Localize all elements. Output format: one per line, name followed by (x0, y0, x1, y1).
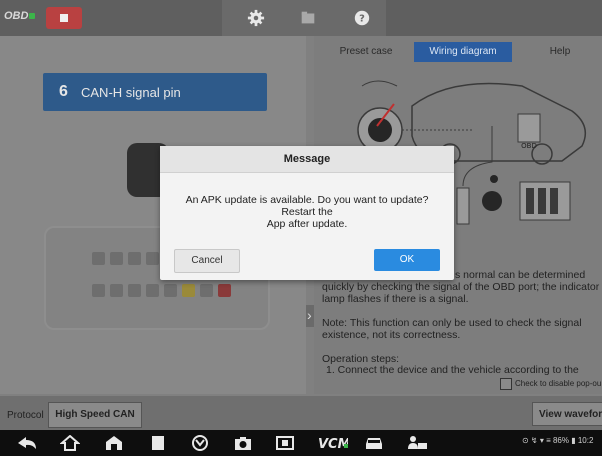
stop-button[interactable] (46, 7, 82, 29)
help-icon[interactable]: ? (353, 9, 371, 27)
app-logo: OBD (4, 10, 36, 22)
dialog-message: An APK update is available. Do you want … (168, 194, 446, 230)
screen-icon[interactable] (276, 435, 294, 451)
disable-popup-label: Check to disable pop-ou (515, 379, 602, 388)
house-icon[interactable] (105, 435, 123, 451)
car-icon[interactable] (364, 435, 384, 451)
recents-icon[interactable] (150, 435, 166, 451)
back-icon[interactable] (16, 435, 38, 451)
disable-popup-checkbox[interactable] (500, 378, 512, 390)
stop-icon (60, 14, 68, 22)
dialog-message-line1: An APK update is available. Do you want … (185, 194, 429, 218)
gear-icon[interactable] (247, 9, 265, 27)
help-note-line2: existence, not its correctness. (322, 329, 461, 341)
tab-wiring-diagram[interactable]: Wiring diagram (414, 42, 512, 62)
tab-help[interactable]: Help (522, 42, 598, 62)
help-text-line2: quickly by checking the signal of the OB… (322, 281, 600, 293)
tab-preset-case[interactable]: Preset case (330, 42, 402, 62)
signal-pin-label: 6 CAN-H signal pin (43, 73, 267, 111)
help-note-line1: Note: This function can only be used to … (322, 317, 582, 329)
panel-collapse-handle[interactable] (306, 305, 314, 327)
svg-text:?: ? (359, 14, 365, 25)
vcm-icon[interactable]: VCM (318, 435, 348, 451)
ok-button[interactable]: OK (374, 249, 440, 271)
signal-pin-number: 6 (59, 83, 68, 100)
signal-pin-text: CAN-H signal pin (81, 85, 181, 100)
protocol-label: Protocol (7, 410, 44, 421)
status-bar: ⊙ ↯ ▾ ≡ 86% ▮ 10:2 (522, 436, 594, 445)
obd-text: OBD (521, 142, 537, 150)
help-step-1: 1. Connect the device and the vehicle ac… (326, 364, 579, 376)
folder-icon[interactable] (299, 9, 317, 27)
svg-text:VCM: VCM (318, 437, 348, 451)
protocol-value[interactable]: High Speed CAN (48, 402, 142, 428)
help-text-line3: lamp flashes if there is a signal. (322, 293, 469, 305)
help-text-line1: s normal can be determined (455, 269, 586, 281)
cancel-button[interactable]: Cancel (174, 249, 240, 273)
browser-icon[interactable] (192, 435, 208, 451)
android-navbar: VCM (0, 430, 602, 456)
toolbar-tools: ? (222, 0, 386, 36)
dialog-message-line2: App after update. (266, 218, 348, 230)
view-waveform-button[interactable]: View waveform (532, 402, 602, 426)
car-user-icon[interactable] (406, 435, 428, 451)
camera-icon[interactable] (234, 435, 252, 451)
home-icon[interactable] (60, 435, 80, 451)
message-dialog: Message An APK update is available. Do y… (160, 146, 454, 280)
dialog-title: Message (160, 146, 454, 173)
